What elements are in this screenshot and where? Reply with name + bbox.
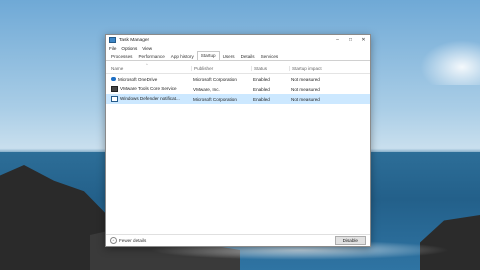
tab-services[interactable]: Services [258,53,282,60]
maximize-button[interactable]: □ [344,35,357,45]
column-header-status[interactable]: Status [251,66,289,71]
minimize-button[interactable]: – [331,35,344,45]
defender-icon [111,96,118,102]
startup-table-header: ^ Name Publisher Status Startup impact [106,63,370,74]
column-header-publisher[interactable]: Publisher [191,66,251,71]
row-publisher: Microsoft Corporation [193,76,237,82]
window-title: Task Manager [119,37,150,43]
title-bar[interactable]: Task Manager – □ ✕ [106,35,370,45]
tab-strip: Processes Performance App history Startu… [106,51,370,61]
row-status: Enabled [253,76,270,82]
menu-file[interactable]: File [109,46,116,51]
fewer-details-toggle[interactable]: ^ Fewer details [110,237,146,244]
tab-processes[interactable]: Processes [108,53,135,60]
row-status: Enabled [253,86,270,92]
table-row-selected[interactable]: Windows Defender notificat... Microsoft … [106,94,370,104]
disable-button[interactable]: Disable [334,236,366,245]
row-impact: Not measured [291,76,320,82]
table-row[interactable]: Microsoft OneDrive Microsoft Corporation… [106,74,370,84]
row-publisher: VMware, Inc. [193,86,220,92]
onedrive-icon [111,77,116,82]
tab-details[interactable]: Details [238,53,258,60]
desktop-cloud [420,40,480,85]
tab-performance[interactable]: Performance [135,53,167,60]
footer-bar: ^ Fewer details Disable [106,234,370,246]
chevron-up-icon: ^ [110,237,117,244]
task-manager-icon [109,37,116,43]
sort-indicator-icon: ^ [146,63,148,67]
row-impact: Not measured [291,86,320,92]
window-controls: – □ ✕ [331,35,370,45]
vmware-icon [111,86,118,92]
fewer-details-label: Fewer details [119,238,147,243]
task-manager-window: Task Manager – □ ✕ File Options View Pro… [105,34,371,247]
close-button[interactable]: ✕ [357,35,370,45]
menu-options[interactable]: Options [121,46,137,51]
row-name: Microsoft OneDrive [118,76,158,82]
tab-users[interactable]: Users [220,53,238,60]
menu-bar: File Options View [106,45,370,52]
row-publisher: Microsoft Corporation [193,96,237,102]
column-header-startup-impact[interactable]: Startup impact [289,66,349,71]
tab-startup[interactable]: Startup [196,51,220,60]
column-header-name[interactable]: Name [106,66,191,71]
tab-app-history[interactable]: App history [168,53,197,60]
row-impact: Not measured [291,96,320,102]
row-name: VMware Tools Core Service [120,86,177,92]
menu-view[interactable]: View [142,46,152,51]
table-row[interactable]: VMware Tools Core Service VMware, Inc. E… [106,84,370,94]
row-status: Enabled [253,96,270,102]
row-name: Windows Defender notificat... [120,96,180,102]
